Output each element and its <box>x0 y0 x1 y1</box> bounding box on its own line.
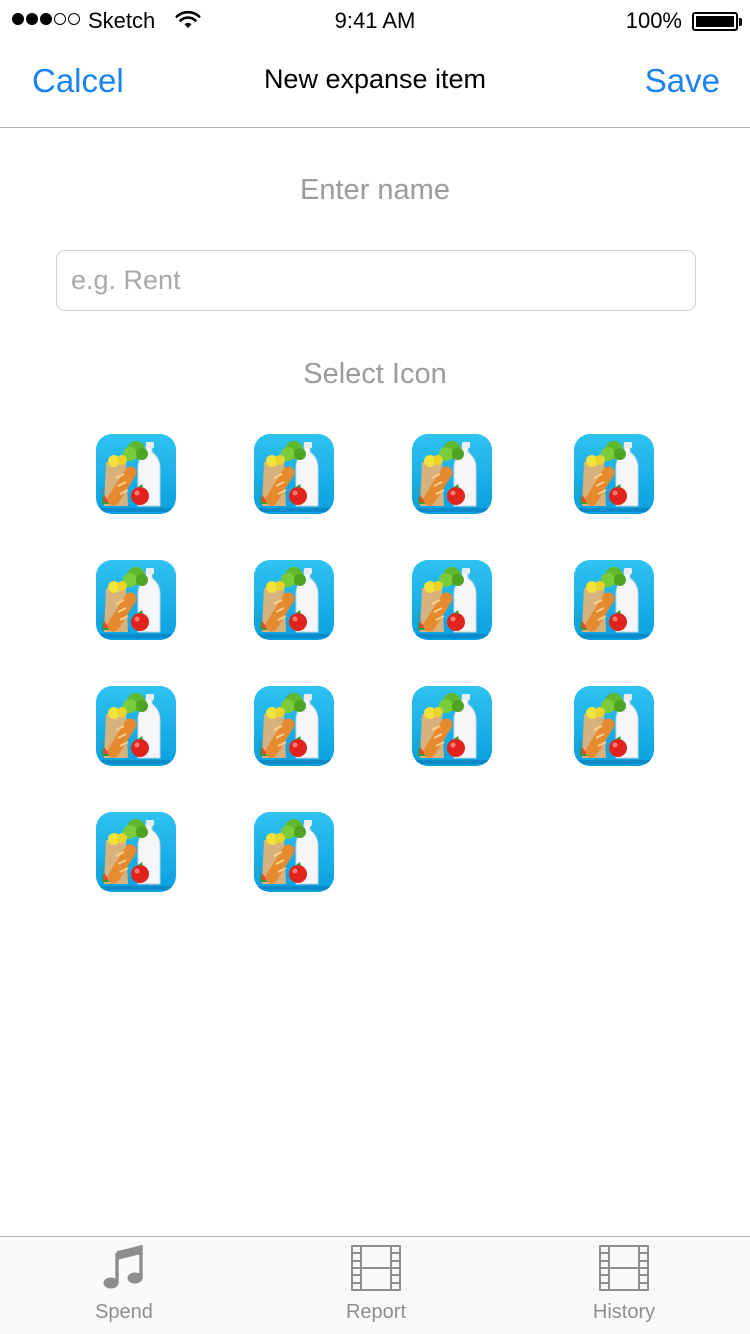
icon-option-5[interactable] <box>96 560 176 640</box>
film-icon <box>351 1245 401 1291</box>
icon-option-2[interactable] <box>254 434 334 514</box>
icon-option-12[interactable] <box>574 686 654 766</box>
tab-spend[interactable]: Spend <box>44 1237 204 1334</box>
tab-report[interactable]: Report <box>296 1237 456 1334</box>
groceries-icon <box>96 560 176 640</box>
groceries-icon <box>254 560 334 640</box>
groceries-icon <box>412 686 492 766</box>
name-input[interactable] <box>56 250 696 311</box>
groceries-icon <box>412 560 492 640</box>
groceries-icon <box>574 434 654 514</box>
icon-option-6[interactable] <box>254 560 334 640</box>
battery-percentage: 100% <box>625 8 682 33</box>
tab-bar: Spend Report History <box>0 1236 750 1334</box>
navigation-bar: Calcel New expanse item Save <box>0 40 750 128</box>
music-note-icon <box>103 1245 143 1289</box>
groceries-icon <box>254 434 334 514</box>
groceries-icon <box>574 560 654 640</box>
select-icon-label: Select Icon <box>303 358 447 390</box>
status-bar: Sketch 9:41 AM 100% <box>0 0 750 40</box>
save-button[interactable]: Save <box>645 62 720 100</box>
icon-option-4[interactable] <box>574 434 654 514</box>
icon-option-1[interactable] <box>96 434 176 514</box>
groceries-icon <box>96 434 176 514</box>
groceries-icon <box>254 686 334 766</box>
icon-option-3[interactable] <box>412 434 492 514</box>
icon-option-13[interactable] <box>96 812 176 892</box>
icon-option-9[interactable] <box>96 686 176 766</box>
groceries-icon <box>574 686 654 766</box>
icon-option-14[interactable] <box>254 812 334 892</box>
page-title: New expanse item <box>263 64 487 94</box>
tab-history[interactable]: History <box>544 1237 704 1334</box>
enter-name-label: Enter name <box>300 174 450 206</box>
groceries-icon <box>254 812 334 892</box>
groceries-icon <box>412 434 492 514</box>
film-icon <box>599 1245 649 1291</box>
tab-label: Report <box>345 1301 407 1323</box>
icon-option-7[interactable] <box>412 560 492 640</box>
groceries-icon <box>96 812 176 892</box>
groceries-icon <box>96 686 176 766</box>
tab-label: Spend <box>95 1301 153 1323</box>
icon-option-10[interactable] <box>254 686 334 766</box>
icon-option-8[interactable] <box>574 560 654 640</box>
tab-label: History <box>592 1301 656 1323</box>
icon-option-11[interactable] <box>412 686 492 766</box>
battery-icon <box>692 12 742 31</box>
